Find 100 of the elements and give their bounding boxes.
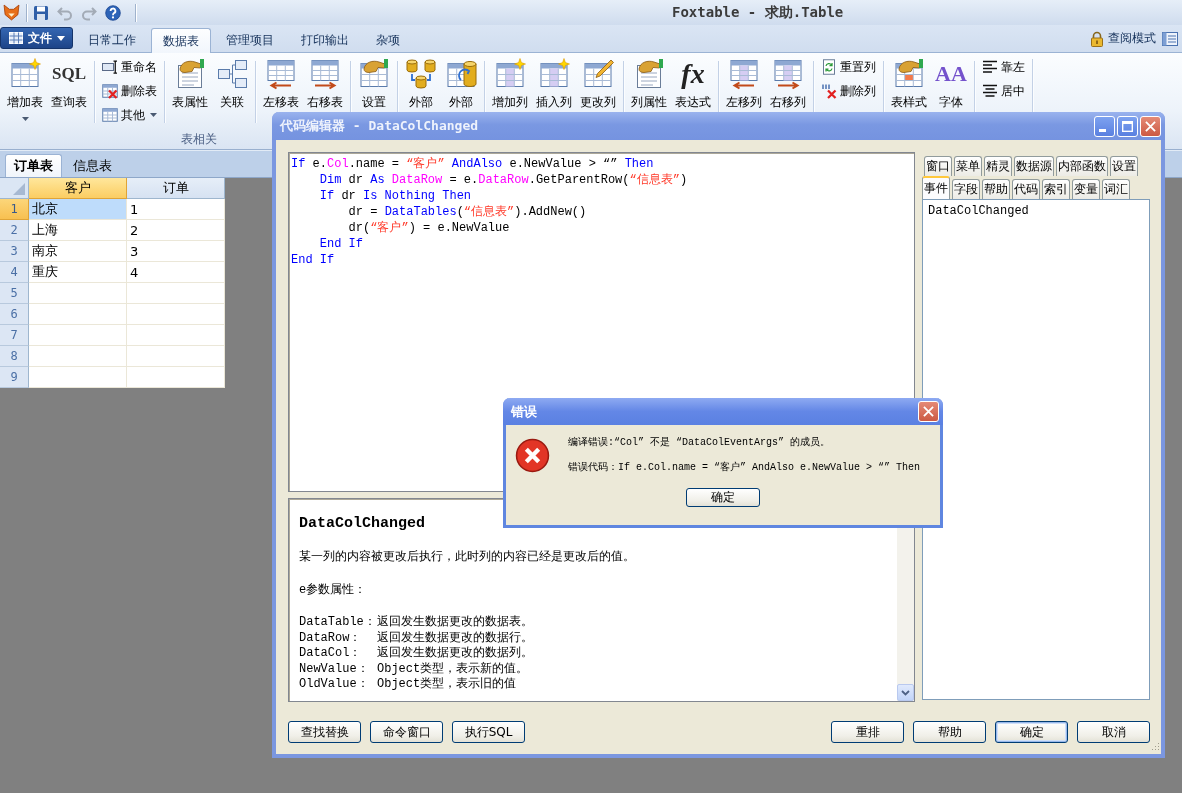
ribbon-tab[interactable]: 杂项 — [364, 28, 412, 52]
help-icon[interactable] — [105, 4, 121, 21]
dialog-button[interactable]: 执行SQL — [452, 721, 525, 743]
ribbon-button[interactable]: 表样式 — [887, 55, 931, 111]
table-cell[interactable]: 3 — [127, 241, 225, 262]
table-cell[interactable]: 2 — [127, 220, 225, 241]
ribbon-button[interactable]: 右移表 — [303, 55, 347, 111]
ribbon-button[interactable]: 列属性 — [627, 55, 671, 111]
ribbon-button[interactable]: SQL 查询表 — [47, 55, 91, 111]
ribbon-tab[interactable]: 数据表 — [151, 28, 211, 53]
panel-tab[interactable]: 数据源 — [1014, 156, 1054, 176]
panel-tab[interactable]: 内部函数 — [1056, 156, 1108, 176]
ribbon-button[interactable]: 重命名 — [98, 55, 161, 79]
column-header[interactable]: 订单 — [127, 178, 225, 199]
table-cell[interactable]: 重庆 — [29, 262, 127, 283]
table-cell[interactable] — [127, 304, 225, 325]
ribbon-button[interactable]: 增加列 — [488, 55, 532, 111]
ribbon-button[interactable]: 左移表 — [259, 55, 303, 111]
close-button[interactable] — [1140, 115, 1161, 137]
sheet-tab[interactable]: 信息表 — [64, 154, 121, 177]
ribbon-button[interactable]: 重置列 — [817, 55, 880, 79]
panel-tab[interactable]: 索引 — [1042, 179, 1070, 199]
table-cell[interactable]: 北京 — [29, 199, 127, 220]
table-cell[interactable]: 4 — [127, 262, 225, 283]
panel-tab[interactable]: 设置 — [1110, 156, 1138, 176]
dialog-button[interactable]: 重排 — [831, 721, 904, 743]
ribbon-button[interactable]: 插入列 — [532, 55, 576, 111]
ribbon-button[interactable]: 设置 — [354, 55, 394, 111]
column-header[interactable]: 客户 — [29, 178, 127, 199]
row-header[interactable]: 1 — [0, 199, 29, 220]
dialog-button[interactable]: 帮助 — [913, 721, 986, 743]
table-cell[interactable] — [29, 346, 127, 367]
panel-tab[interactable]: 事件 — [922, 176, 950, 199]
panel-tab[interactable]: 字段 — [952, 179, 980, 199]
table-cell[interactable]: 上海 — [29, 220, 127, 241]
table-cell[interactable] — [127, 367, 225, 388]
panel-tab[interactable]: 词汇 — [1102, 179, 1130, 199]
ribbon-button[interactable]: 右移列 — [766, 55, 810, 111]
ribbon-button[interactable]: 删除列 — [817, 79, 880, 103]
panel-tab[interactable]: 代码 — [1012, 179, 1040, 199]
property-description: 返回发生数据更改的数据表。 — [377, 615, 533, 631]
row-header[interactable]: 2 — [0, 220, 29, 241]
help-section-label: e参数属性： — [299, 582, 367, 598]
ribbon-button[interactable]: AA 字体 — [931, 55, 971, 111]
database-icon — [405, 58, 437, 90]
table-cell[interactable] — [127, 325, 225, 346]
minimize-button[interactable] — [1094, 115, 1115, 137]
ribbon-tab[interactable]: 日常工作 — [76, 28, 148, 52]
maximize-button[interactable] — [1117, 115, 1138, 137]
table-cell[interactable] — [29, 304, 127, 325]
list-item[interactable]: DataColChanged — [927, 203, 1030, 219]
dialog-button[interactable]: 确定 — [995, 721, 1068, 743]
ribbon-tab[interactable]: 管理项目 — [214, 28, 286, 52]
row-header[interactable]: 6 — [0, 304, 29, 325]
dialog-button[interactable]: 命令窗口 — [370, 721, 443, 743]
panel-tab[interactable]: 窗口 — [924, 156, 952, 176]
ribbon-button[interactable]: 关联 — [212, 55, 252, 111]
ribbon-button[interactable]: 更改列 — [576, 55, 620, 111]
ribbon-button[interactable]: 表属性 — [168, 55, 212, 111]
read-mode-button[interactable]: 查阅模式 — [1087, 30, 1158, 47]
scroll-down-button[interactable] — [897, 684, 914, 701]
table-pencil-icon — [582, 58, 614, 90]
close-button[interactable] — [918, 401, 939, 422]
table-cell[interactable] — [29, 367, 127, 388]
ribbon-button[interactable]: 左移列 — [722, 55, 766, 111]
table-cell[interactable] — [127, 283, 225, 304]
ok-button[interactable]: 确定 — [686, 488, 760, 507]
ribbon-tab[interactable]: 打印输出 — [289, 28, 361, 52]
fox-head-icon[interactable] — [3, 4, 20, 21]
table-cell[interactable] — [127, 346, 225, 367]
ribbon-button[interactable]: 外部 — [441, 55, 481, 111]
dialog-button[interactable]: 查找替换 — [288, 721, 361, 743]
ribbon-button[interactable]: 居中 — [977, 79, 1029, 103]
table-cell[interactable] — [29, 283, 127, 304]
list-window-icon[interactable] — [1162, 30, 1178, 47]
file-menu-button[interactable]: 文件 — [0, 27, 73, 49]
ribbon-button[interactable]: 删除表 — [98, 79, 161, 103]
row-header[interactable]: 9 — [0, 367, 29, 388]
sheet-tab[interactable]: 订单表 — [5, 154, 62, 177]
table-sparkle-icon — [9, 58, 41, 90]
table-cell[interactable]: 南京 — [29, 241, 127, 262]
panel-tab[interactable]: 菜单 — [954, 156, 982, 176]
ribbon-button[interactable]: 靠左 — [977, 55, 1029, 79]
row-header[interactable]: 8 — [0, 346, 29, 367]
corner-cell[interactable] — [0, 178, 29, 199]
ribbon-button[interactable]: 其他 — [98, 103, 161, 127]
panel-tab[interactable]: 帮助 — [982, 179, 1010, 199]
panel-tab[interactable]: 变量 — [1072, 179, 1100, 199]
ribbon-button[interactable]: 增加表 — [3, 55, 47, 123]
row-header[interactable]: 3 — [0, 241, 29, 262]
ribbon-button[interactable]: fx 表达式 — [671, 55, 715, 111]
row-header[interactable]: 5 — [0, 283, 29, 304]
row-header[interactable]: 4 — [0, 262, 29, 283]
table-cell[interactable]: 1 — [127, 199, 225, 220]
column-right-arrow-icon — [772, 58, 804, 90]
table-cell[interactable] — [29, 325, 127, 346]
ribbon-button[interactable]: 外部 — [401, 55, 441, 111]
row-header[interactable]: 7 — [0, 325, 29, 346]
panel-tab[interactable]: 精灵 — [984, 156, 1012, 176]
dialog-button[interactable]: 取消 — [1077, 721, 1150, 743]
